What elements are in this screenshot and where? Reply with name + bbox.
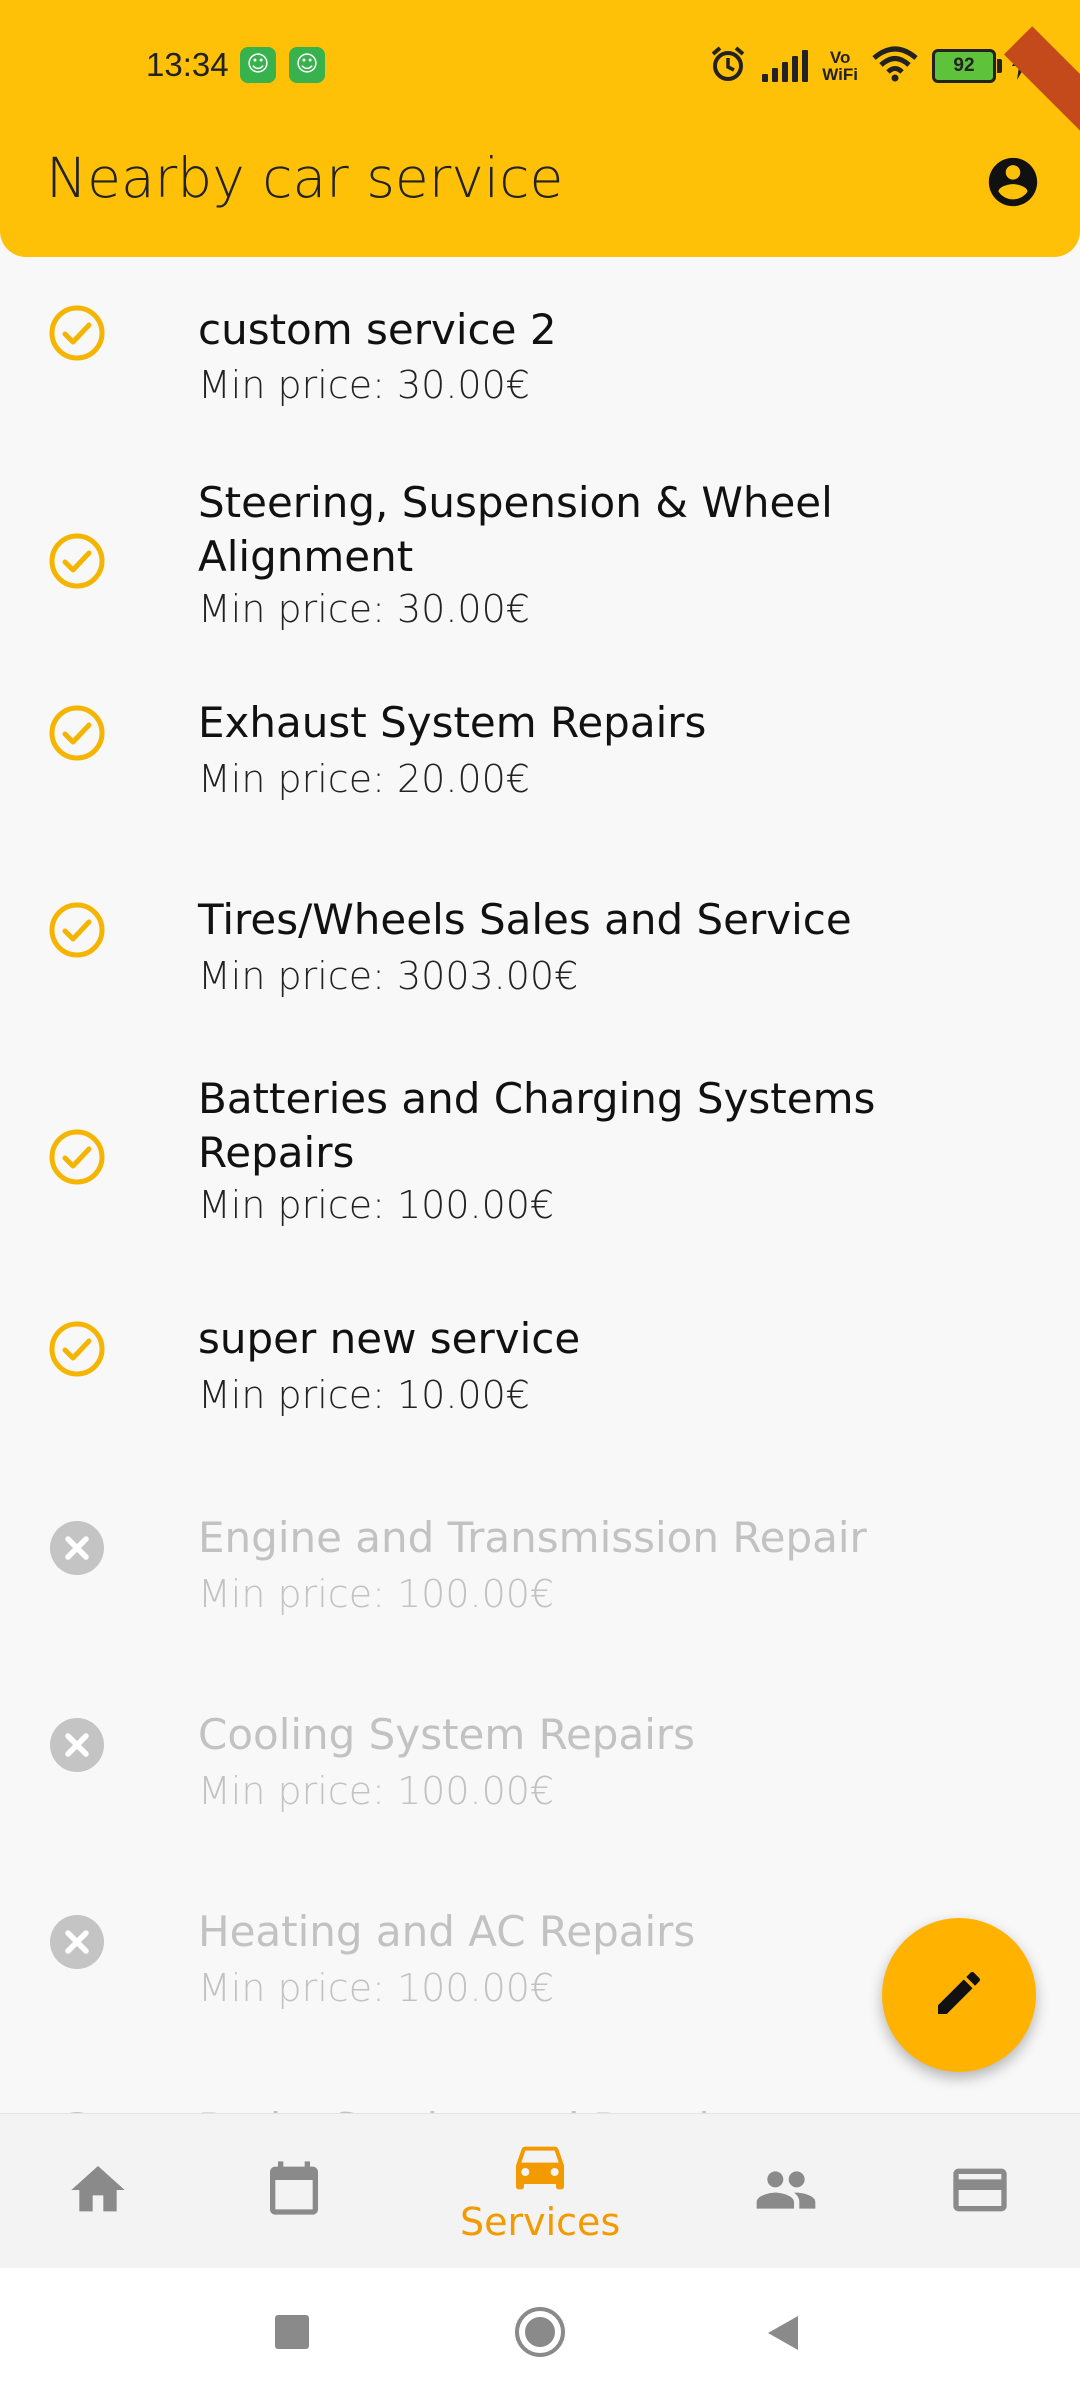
page-title: Nearby car service bbox=[46, 146, 564, 210]
service-item[interactable]: Exhaust System Repairs Min price: 20.00€ bbox=[0, 654, 1080, 851]
status-bar: 13:34 ☺ ☺ Vo WiFi 92 bbox=[0, 0, 1080, 134]
credit-card-icon bbox=[948, 2158, 1012, 2222]
service-name: super new service bbox=[198, 1314, 581, 1363]
check-circle-icon bbox=[48, 1320, 106, 1378]
nav-calendar[interactable] bbox=[234, 2114, 354, 2269]
service-item[interactable]: Cooling System Repairs Min price: 100.00… bbox=[0, 1664, 1080, 1861]
bottom-navigation: Services bbox=[0, 2113, 1080, 2269]
nav-services-label: Services bbox=[460, 2200, 621, 2244]
people-icon bbox=[754, 2158, 818, 2222]
home-icon bbox=[66, 2158, 130, 2222]
service-price: Min price: 100.00€ bbox=[198, 1572, 555, 1616]
service-name: custom service 2 bbox=[198, 305, 557, 354]
battery-icon: 92 bbox=[932, 49, 1002, 83]
alarm-icon bbox=[708, 44, 748, 88]
service-price: Min price: 100.00€ bbox=[198, 1966, 555, 2010]
nav-payments[interactable] bbox=[920, 2114, 1040, 2269]
check-circle-icon bbox=[48, 532, 106, 590]
check-circle-icon bbox=[48, 704, 106, 762]
service-price: Min price: 100.00€ bbox=[198, 1183, 555, 1227]
check-circle-icon bbox=[48, 901, 106, 959]
service-item[interactable]: Tires/Wheels Sales and Service Min price… bbox=[0, 851, 1080, 1048]
service-name: Exhaust System Repairs bbox=[198, 698, 707, 747]
app-notification-icon: ☺ bbox=[289, 47, 325, 83]
check-circle-icon bbox=[48, 304, 106, 362]
service-name: Heating and AC Repairs bbox=[198, 1907, 696, 1956]
service-name: Engine and Transmission Repair bbox=[198, 1513, 867, 1562]
edit-services-button[interactable] bbox=[882, 1918, 1036, 2072]
service-price: Min price: 20.00€ bbox=[198, 757, 530, 801]
service-price: Min price: 30.00€ bbox=[198, 363, 530, 407]
service-price: Min price: 100.00€ bbox=[198, 1769, 555, 1813]
vowifi-indicator: Vo WiFi bbox=[822, 48, 858, 84]
service-item[interactable]: custom service 2 Min price: 30.00€ bbox=[0, 257, 1080, 432]
service-name: Cooling System Repairs bbox=[198, 1710, 696, 1759]
system-navigation-bar bbox=[0, 2268, 1080, 2400]
edit-pencil-icon bbox=[931, 1965, 987, 2025]
service-item[interactable]: Batteries and Charging Systems Repairs M… bbox=[0, 1048, 1080, 1270]
service-name: Batteries and Charging Systems Repairs bbox=[198, 1074, 876, 1177]
service-name: Brake Service and Repair bbox=[198, 2102, 958, 2113]
service-item[interactable]: Steering, Suspension & Wheel Alignment M… bbox=[0, 432, 1080, 654]
calendar-icon bbox=[262, 2156, 326, 2220]
service-item[interactable]: Engine and Transmission Repair Min price… bbox=[0, 1467, 1080, 1664]
nav-people[interactable] bbox=[726, 2114, 846, 2269]
wifi-icon bbox=[872, 46, 918, 86]
account-circle-icon[interactable] bbox=[984, 153, 1042, 211]
check-circle-icon bbox=[48, 1128, 106, 1186]
service-item[interactable]: Brake Service and Repair bbox=[0, 2058, 1080, 2113]
app-bar: 13:34 ☺ ☺ Vo WiFi 92 Nearby car service bbox=[0, 0, 1080, 257]
service-price: Min price: 30.00€ bbox=[198, 587, 530, 631]
cancel-circle-icon bbox=[48, 1913, 106, 1971]
nav-services[interactable]: Services bbox=[430, 2114, 650, 2269]
nav-home[interactable] bbox=[40, 2114, 160, 2269]
status-icons: Vo WiFi 92 bbox=[708, 44, 1030, 88]
signal-icon bbox=[762, 50, 809, 82]
recent-apps-icon[interactable] bbox=[274, 2314, 310, 2354]
service-name: Tires/Wheels Sales and Service bbox=[198, 895, 852, 944]
car-icon bbox=[508, 2136, 572, 2200]
app-notification-icon: ☺ bbox=[240, 47, 276, 83]
service-name: Steering, Suspension & Wheel Alignment bbox=[198, 478, 833, 581]
cancel-circle-icon bbox=[48, 1519, 106, 1577]
home-circle-icon[interactable] bbox=[514, 2306, 566, 2362]
service-item[interactable]: super new service Min price: 10.00€ bbox=[0, 1270, 1080, 1467]
status-time: 13:34 bbox=[146, 46, 229, 83]
cancel-circle-icon bbox=[48, 1716, 106, 1774]
service-list: custom service 2 Min price: 30.00€ Steer… bbox=[0, 257, 1080, 2113]
back-icon[interactable] bbox=[764, 2314, 800, 2356]
service-price: Min price: 10.00€ bbox=[198, 1373, 530, 1417]
service-price: Min price: 3003.00€ bbox=[198, 954, 579, 998]
